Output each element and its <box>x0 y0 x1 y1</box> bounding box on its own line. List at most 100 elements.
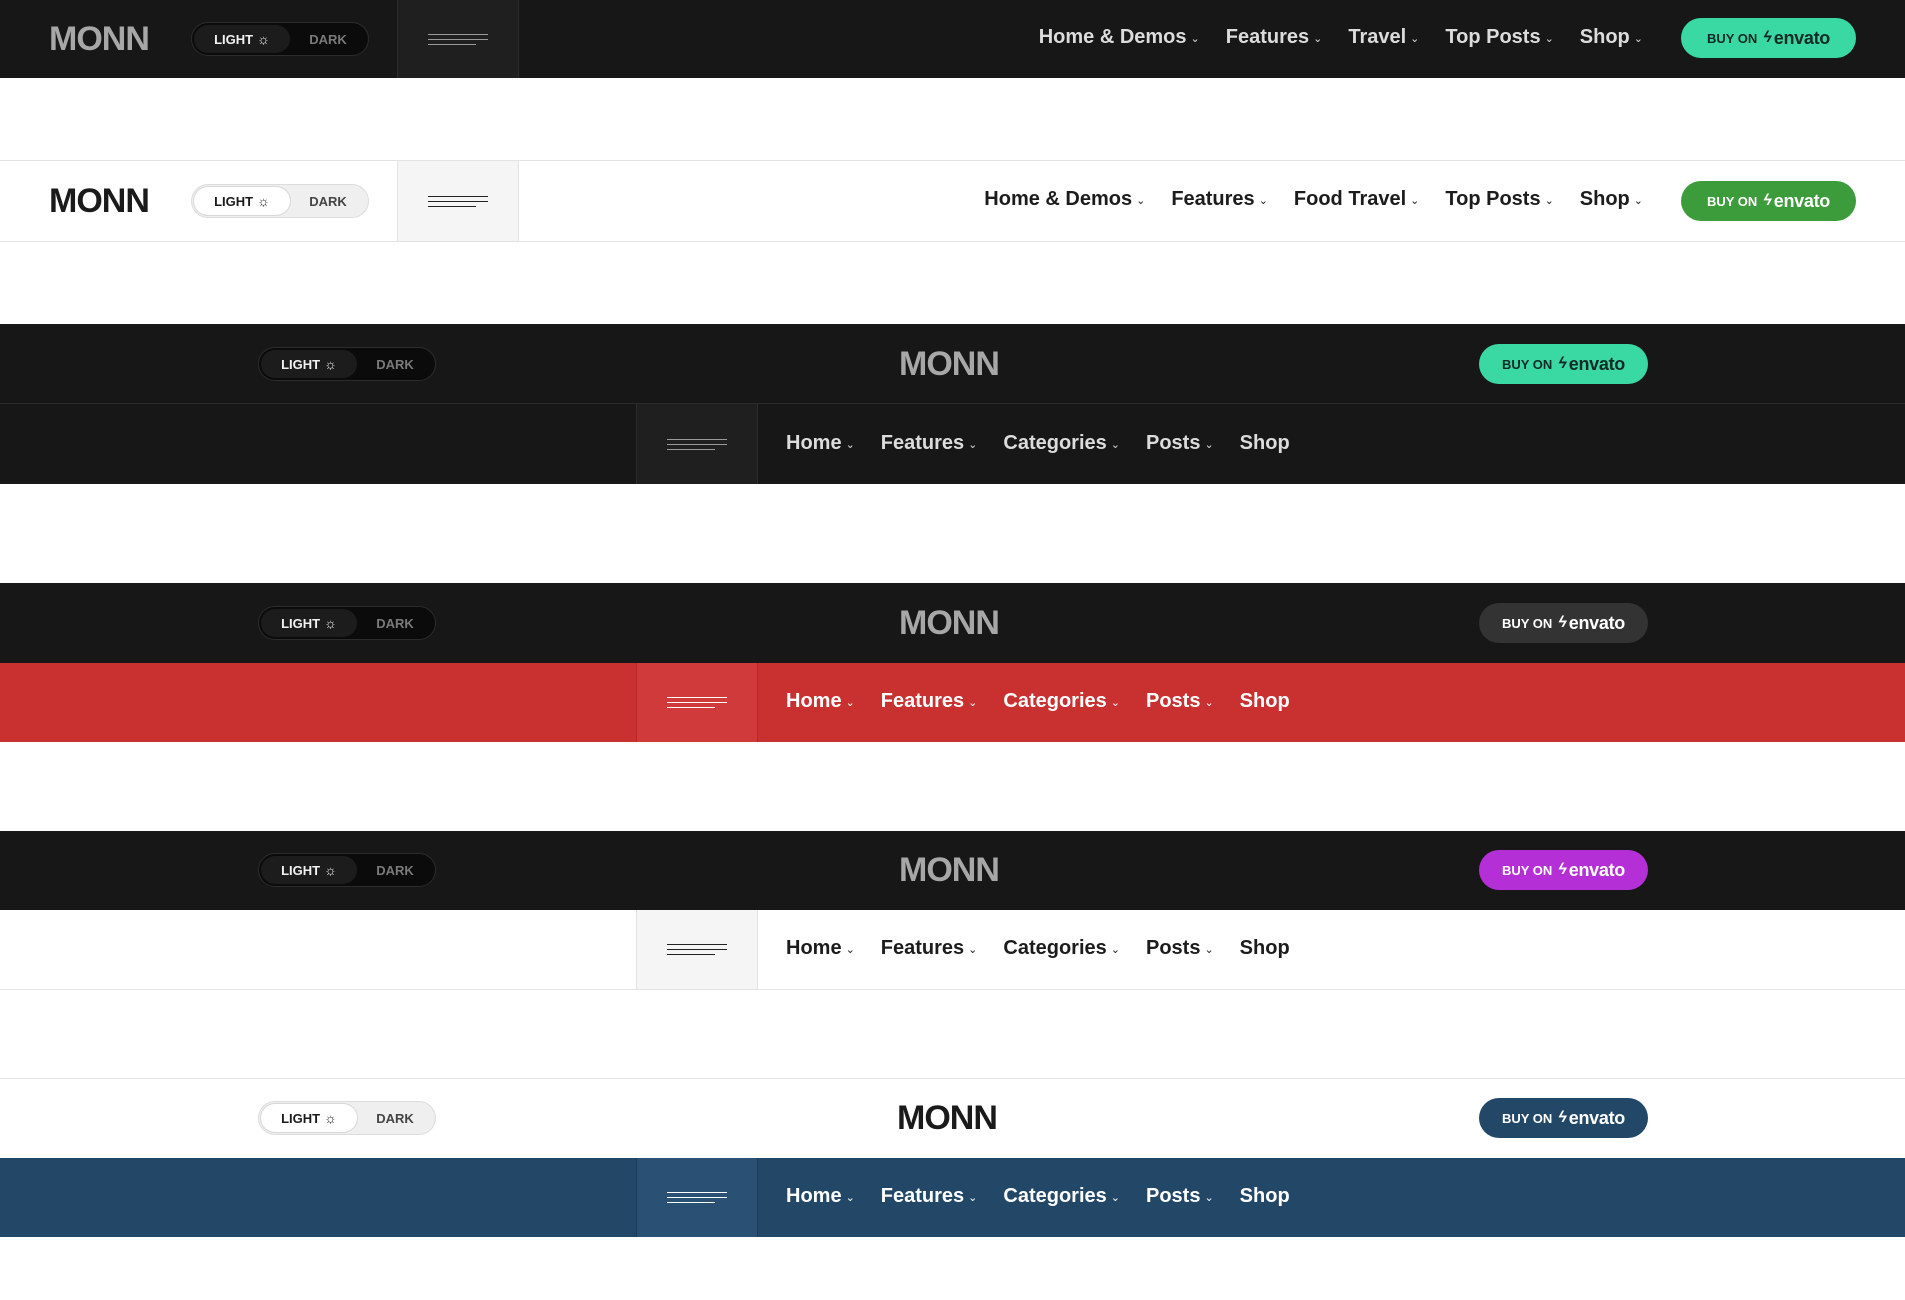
nav-item-shop[interactable]: Shop ⌄ <box>1580 26 1643 49</box>
theme-toggle[interactable]: LIGHT ☼ DARK <box>258 347 436 381</box>
nav-item-categories[interactable]: Categories ⌄ <box>1003 690 1120 713</box>
theme-dark-label: DARK <box>376 862 414 878</box>
nav-item-shop[interactable]: Shop <box>1240 937 1290 960</box>
chevron-down-icon: ⌄ <box>1258 195 1268 207</box>
buy-on-envato-button[interactable]: BUY ON ϟ envato <box>1479 603 1648 643</box>
theme-toggle[interactable]: LIGHT ☼ DARK <box>191 184 369 218</box>
sun-icon: ☼ <box>324 615 337 631</box>
nav-item-posts[interactable]: Posts ⌄ <box>1146 432 1214 455</box>
nav-item-home[interactable]: Home ⌄ <box>786 432 855 455</box>
buy-on-envato-button[interactable]: BUY ON ϟ envato <box>1479 344 1648 384</box>
theme-light-label: LIGHT <box>214 193 254 209</box>
nav-item-features[interactable]: Features ⌄ <box>1226 26 1323 49</box>
theme-light-option[interactable]: LIGHT ☼ <box>261 609 357 637</box>
chevron-down-icon: ⌄ <box>968 697 978 709</box>
nav-item-categories[interactable]: Categories ⌄ <box>1003 432 1120 455</box>
theme-light-option[interactable]: LIGHT ☼ <box>261 856 357 884</box>
nav-item-features[interactable]: Features ⌄ <box>881 690 978 713</box>
theme-dark-option[interactable]: DARK <box>357 856 433 884</box>
nav-item-categories[interactable]: Categories ⌄ <box>1003 937 1120 960</box>
buy-prefix: BUY ON <box>1706 30 1758 46</box>
nav-item-food-travel[interactable]: Food Travel ⌄ <box>1294 188 1419 211</box>
nav-label: Posts <box>1145 1185 1201 1207</box>
nav-item-features[interactable]: Features ⌄ <box>881 432 978 455</box>
nav-item-shop[interactable]: Shop <box>1240 1185 1290 1208</box>
nav-item-features[interactable]: Features ⌄ <box>881 1185 978 1208</box>
nav-label: Shop <box>1239 937 1290 959</box>
theme-light-option[interactable]: LIGHT ☼ <box>261 350 357 378</box>
nav-item-shop[interactable]: Shop <box>1240 690 1290 713</box>
site-logo[interactable]: MONN <box>899 606 1000 640</box>
nav-item-shop[interactable]: Shop ⌄ <box>1580 188 1643 211</box>
chevron-down-icon: ⌄ <box>845 697 855 709</box>
buy-prefix: BUY ON <box>1501 356 1553 372</box>
buy-on-envato-button[interactable]: BUY ON ϟ envato <box>1681 18 1856 58</box>
sun-icon: ☼ <box>257 193 270 209</box>
hamburger-menu-button[interactable] <box>397 0 519 78</box>
theme-toggle[interactable]: LIGHT ☼ DARK <box>191 22 369 56</box>
chevron-down-icon: ⌄ <box>1633 195 1643 207</box>
theme-dark-option[interactable]: DARK <box>357 609 433 637</box>
chevron-down-icon: ⌄ <box>1110 697 1120 709</box>
chevron-down-icon: ⌄ <box>968 944 978 956</box>
nav-item-features[interactable]: Features ⌄ <box>1171 188 1268 211</box>
theme-toggle[interactable]: LIGHT ☼ DARK <box>258 606 436 640</box>
chevron-down-icon: ⌄ <box>1410 33 1420 45</box>
nav-item-posts[interactable]: Posts ⌄ <box>1146 1185 1214 1208</box>
hamburger-menu-button[interactable] <box>636 1158 758 1237</box>
chevron-down-icon: ⌄ <box>1190 33 1200 45</box>
theme-light-option[interactable]: LIGHT ☼ <box>194 187 290 215</box>
nav-item-features[interactable]: Features ⌄ <box>881 937 978 960</box>
hamburger-menu-icon <box>667 693 727 712</box>
nav-item-top-posts[interactable]: Top Posts ⌄ <box>1445 26 1553 49</box>
nav-item-top-posts[interactable]: Top Posts ⌄ <box>1445 188 1553 211</box>
nav-label: Posts <box>1145 937 1201 959</box>
theme-dark-label: DARK <box>309 193 347 209</box>
nav-item-posts[interactable]: Posts ⌄ <box>1146 690 1214 713</box>
theme-dark-option[interactable]: DARK <box>290 25 366 53</box>
chevron-down-icon: ⌄ <box>845 944 855 956</box>
main-nav: Home ⌄ Features ⌄ Categories ⌄ Posts ⌄ Shop <box>786 690 1290 713</box>
chevron-down-icon: ⌄ <box>845 439 855 451</box>
buy-on-envato-button[interactable]: BUY ON ϟ envato <box>1479 1098 1648 1138</box>
buy-on-envato-button[interactable]: BUY ON ϟ envato <box>1479 850 1648 890</box>
hamburger-menu-button[interactable] <box>636 404 758 484</box>
chevron-down-icon: ⌄ <box>1633 33 1643 45</box>
hamburger-menu-button[interactable] <box>397 161 519 241</box>
nav-label: Shop <box>1239 1185 1290 1207</box>
nav-item-home[interactable]: Home ⌄ <box>786 1185 855 1208</box>
nav-item-home[interactable]: Home ⌄ <box>786 690 855 713</box>
nav-item-home[interactable]: Home ⌄ <box>786 937 855 960</box>
theme-toggle[interactable]: LIGHT ☼ DARK <box>258 1101 436 1135</box>
nav-item-shop[interactable]: Shop <box>1240 432 1290 455</box>
theme-dark-option[interactable]: DARK <box>290 187 366 215</box>
nav-item-posts[interactable]: Posts ⌄ <box>1146 937 1214 960</box>
main-nav: Home & Demos ⌄ Features ⌄ Food Travel ⌄ Top… <box>984 188 1643 211</box>
site-logo[interactable]: MONN <box>899 853 1000 887</box>
hamburger-menu-button[interactable] <box>636 910 758 989</box>
nav-item-travel[interactable]: Travel ⌄ <box>1348 26 1419 49</box>
nav-label: Categories <box>1003 937 1107 959</box>
theme-toggle[interactable]: LIGHT ☼ DARK <box>258 853 436 887</box>
theme-light-label: LIGHT <box>281 356 321 372</box>
site-logo[interactable]: MONN <box>899 347 1000 381</box>
nav-item-home-demos[interactable]: Home & Demos ⌄ <box>984 188 1145 211</box>
nav-label: Travel <box>1348 26 1407 48</box>
theme-light-option[interactable]: LIGHT ☼ <box>194 25 290 53</box>
nav-label: Home <box>786 1185 842 1207</box>
theme-light-label: LIGHT <box>281 615 321 631</box>
nav-label: Posts <box>1145 690 1201 712</box>
theme-dark-option[interactable]: DARK <box>357 1104 433 1132</box>
nav-item-categories[interactable]: Categories ⌄ <box>1003 1185 1120 1208</box>
site-logo[interactable]: MONN <box>49 22 150 56</box>
buy-on-envato-button[interactable]: BUY ON ϟ envato <box>1681 181 1856 221</box>
nav-item-home-demos[interactable]: Home & Demos ⌄ <box>1039 26 1200 49</box>
hamburger-menu-button[interactable] <box>636 663 758 742</box>
theme-light-option[interactable]: LIGHT ☼ <box>261 1104 357 1132</box>
nav-label: Features <box>880 1185 965 1207</box>
theme-dark-option[interactable]: DARK <box>357 350 433 378</box>
chevron-down-icon: ⌄ <box>968 439 978 451</box>
theme-dark-label: DARK <box>376 356 414 372</box>
site-logo[interactable]: MONN <box>897 1101 998 1135</box>
site-logo[interactable]: MONN <box>49 184 150 218</box>
